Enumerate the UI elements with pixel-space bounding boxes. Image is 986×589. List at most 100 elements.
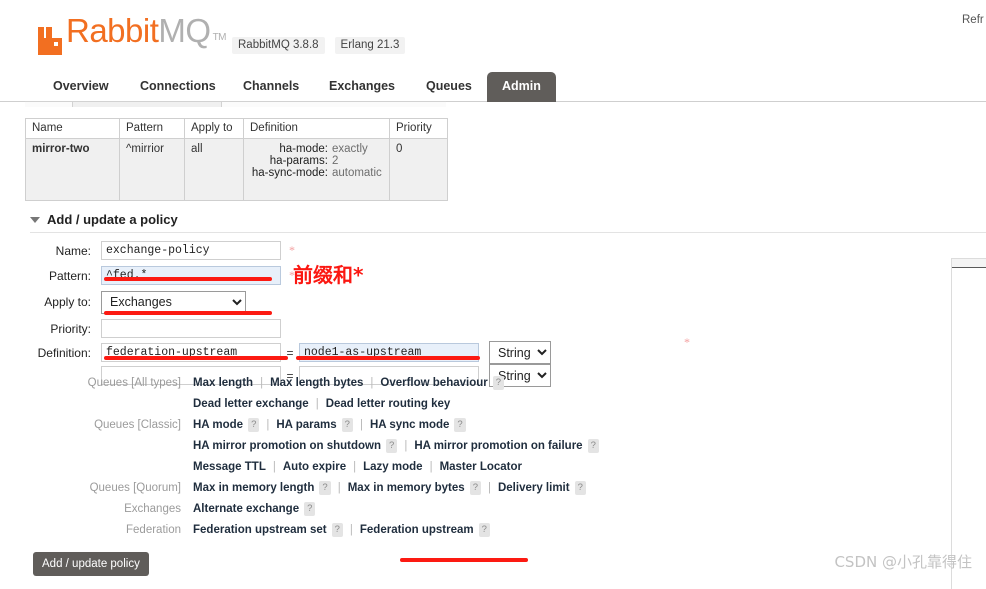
label-priority: Priority: xyxy=(50,321,91,336)
help-group-federation: Federation Federation upstream set ? | F… xyxy=(25,523,599,545)
help-link-max-in-memory-length[interactable]: Max in memory length xyxy=(193,482,314,494)
help-question-icon[interactable]: ? xyxy=(454,418,466,432)
help-link-message-ttl[interactable]: Message TTL xyxy=(193,461,266,473)
definition-type-select-1[interactable]: String Number Boolean List xyxy=(489,341,551,364)
help-question-icon[interactable]: ? xyxy=(304,502,316,516)
help-link-ha-sync-mode[interactable]: HA sync mode xyxy=(370,419,449,431)
tab-queues[interactable]: Queues xyxy=(411,72,487,102)
rabbitmq-logo[interactable]: RabbitMQ TM xyxy=(38,14,227,55)
label-name: Name: xyxy=(55,243,91,258)
tab-exchanges[interactable]: Exchanges xyxy=(314,72,410,102)
definition-value: 2 xyxy=(331,155,339,167)
watermark-text: CSDN @小孔靠得住 xyxy=(834,553,972,571)
help-group-queues-classic: Queues [Classic] HA mode ? | HA params ?… xyxy=(25,418,599,440)
link-separator: | xyxy=(370,377,374,389)
logo-trademark: TM xyxy=(212,32,227,43)
help-question-icon[interactable]: ? xyxy=(587,439,599,453)
help-link-lazy-mode[interactable]: Lazy mode xyxy=(363,461,422,473)
help-question-icon[interactable]: ? xyxy=(478,523,490,537)
help-link-dead-letter-exchange[interactable]: Dead letter exchange xyxy=(193,398,309,410)
rabbitmq-management-page: RabbitMQ TM RabbitMQ 3.8.8 Erlang 21.3 Re… xyxy=(0,0,986,589)
help-link-overflow-behaviour[interactable]: Overflow behaviour xyxy=(380,377,487,389)
policy-definition-cell: ha-mode: exactly ha-params: 2 ha-sync-mo… xyxy=(243,138,390,201)
help-question-icon[interactable]: ? xyxy=(386,439,398,453)
help-link-auto-expire[interactable]: Auto expire xyxy=(283,461,346,473)
definition-entry: ha-mode: exactly xyxy=(250,143,383,155)
link-separator: | xyxy=(349,524,353,536)
policy-pattern-cell: ^mirrior xyxy=(119,138,185,201)
definition-entry: ha-sync-mode: automatic xyxy=(250,167,383,179)
label-pattern: Pattern: xyxy=(48,268,91,283)
help-question-icon[interactable]: ? xyxy=(492,376,505,390)
help-group-label: Queues [Quorum] xyxy=(89,482,181,494)
annotation-underline-definition-value xyxy=(296,356,480,360)
label-definition: Definition: xyxy=(37,345,91,360)
help-link-master-locator[interactable]: Master Locator xyxy=(440,461,522,473)
form-row-priority: Priority: xyxy=(25,316,551,341)
link-separator: | xyxy=(337,482,341,494)
column-header-apply-to[interactable]: Apply to xyxy=(184,118,244,139)
link-separator: | xyxy=(404,440,408,452)
pattern-input[interactable] xyxy=(101,266,281,285)
required-asterisk-name: * xyxy=(289,243,295,257)
help-link-federation-upstream[interactable]: Federation upstream xyxy=(360,524,474,536)
link-separator: | xyxy=(266,419,270,431)
column-header-definition[interactable]: Definition xyxy=(243,118,390,139)
tab-admin[interactable]: Admin xyxy=(487,72,556,102)
link-separator: | xyxy=(272,461,276,473)
policy-priority-cell: 0 xyxy=(389,138,448,201)
help-link-max-length-bytes[interactable]: Max length bytes xyxy=(270,377,363,389)
help-group-queues-classic-line2: HA mirror promotion on shutdown ? | HA m… xyxy=(25,439,599,461)
tab-overview[interactable]: Overview xyxy=(38,72,124,102)
section-title: Add / update a policy xyxy=(47,212,178,227)
table-header-row: Name Pattern Apply to Definition Priorit… xyxy=(25,118,448,139)
help-group-label: Queues [Classic] xyxy=(94,419,181,431)
policy-apply-to-cell: all xyxy=(184,138,244,201)
help-question-icon[interactable]: ? xyxy=(574,481,586,495)
definition-entry: ha-params: 2 xyxy=(250,155,383,167)
scrolled-content-edge xyxy=(25,101,446,107)
help-link-ha-params[interactable]: HA params xyxy=(276,419,336,431)
help-link-ha-mirror-promotion-on-shutdown[interactable]: HA mirror promotion on shutdown xyxy=(193,440,381,452)
help-group-queues-quorum: Queues [Quorum] Max in memory length ? |… xyxy=(25,481,599,503)
form-row-definition-1: Definition: = String Number Boolean List xyxy=(25,341,551,364)
help-question-icon[interactable]: ? xyxy=(341,418,353,432)
definition-value: automatic xyxy=(331,167,382,179)
help-group-label: Exchanges xyxy=(124,503,181,515)
help-question-icon[interactable]: ? xyxy=(319,481,331,495)
add-update-policy-button[interactable]: Add / update policy xyxy=(33,552,149,576)
chevron-down-icon[interactable] xyxy=(30,216,40,223)
name-input[interactable] xyxy=(101,241,281,260)
tab-channels[interactable]: Channels xyxy=(228,72,314,102)
column-header-pattern[interactable]: Pattern xyxy=(119,118,185,139)
help-link-delivery-limit[interactable]: Delivery limit xyxy=(498,482,570,494)
help-question-icon[interactable]: ? xyxy=(331,523,343,537)
help-question-icon[interactable]: ? xyxy=(248,418,260,432)
help-link-ha-mirror-promotion-on-failure[interactable]: HA mirror promotion on failure xyxy=(414,440,582,452)
refresh-label[interactable]: Refr xyxy=(962,14,986,26)
help-link-ha-mode[interactable]: HA mode xyxy=(193,419,243,431)
help-link-alternate-exchange[interactable]: Alternate exchange xyxy=(193,503,299,515)
help-group-queues-classic-line3: Message TTL | Auto expire | Lazy mode | … xyxy=(25,461,599,482)
policies-table: Name Pattern Apply to Definition Priorit… xyxy=(25,118,448,201)
tab-connections[interactable]: Connections xyxy=(125,72,231,102)
help-link-dead-letter-routing-key[interactable]: Dead letter routing key xyxy=(326,398,451,410)
policy-name-cell[interactable]: mirror-two xyxy=(25,138,120,201)
priority-input[interactable] xyxy=(101,319,281,338)
help-link-max-length[interactable]: Max length xyxy=(193,377,253,389)
help-link-federation-upstream-set[interactable]: Federation upstream set xyxy=(193,524,327,536)
form-row-pattern: Pattern: * xyxy=(25,263,551,288)
help-group-exchanges: Exchanges Alternate exchange ? xyxy=(25,502,599,524)
annotation-chinese-note: 前缀和* xyxy=(293,263,364,287)
link-separator: | xyxy=(353,461,357,473)
column-header-name[interactable]: Name xyxy=(25,118,120,139)
add-update-policy-section-header[interactable]: Add / update a policy xyxy=(30,212,178,227)
help-question-icon[interactable]: ? xyxy=(469,481,481,495)
form-row-name: Name: * xyxy=(25,238,551,263)
help-link-max-in-memory-bytes[interactable]: Max in memory bytes xyxy=(348,482,465,494)
definition-value: exactly xyxy=(331,143,368,155)
table-row[interactable]: mirror-two ^mirrior all ha-mode: exactly… xyxy=(25,138,448,201)
main-tabbar: Overview Connections Channels Exchanges … xyxy=(0,70,986,102)
annotation-underline-definition-key xyxy=(104,356,288,360)
column-header-priority[interactable]: Priority xyxy=(389,118,448,139)
